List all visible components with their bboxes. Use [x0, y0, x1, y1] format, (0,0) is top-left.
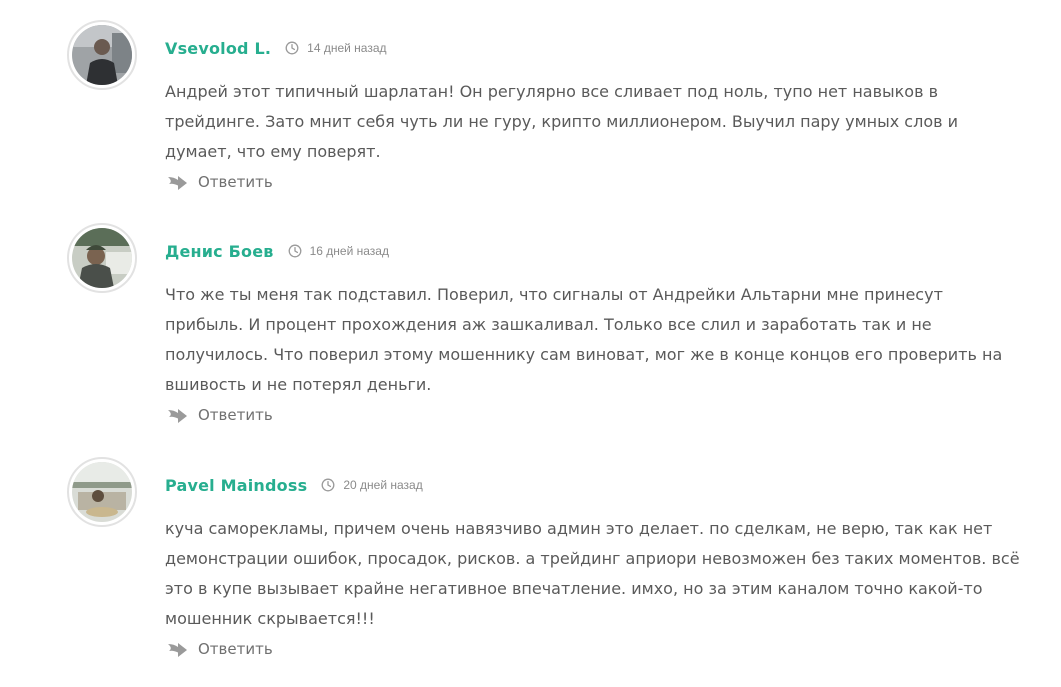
clock-icon	[288, 244, 302, 258]
comment-meta: Vsevolod L. 14 дней назад	[165, 37, 387, 59]
comment-meta: Pavel Maindoss 20 дней назад	[165, 474, 423, 496]
reply-button[interactable]: Ответить	[167, 640, 273, 658]
avatar-photo	[72, 462, 132, 522]
avatar-photo	[72, 228, 132, 288]
reply-label: Ответить	[198, 173, 273, 191]
comment-date: 14 дней назад	[285, 41, 387, 55]
user-avatar-photo-icon	[72, 25, 132, 85]
comment-item: Pavel Maindoss 20 дней назад куча саморе…	[0, 457, 1061, 677]
comment-date: 20 дней назад	[321, 478, 423, 492]
reply-label: Ответить	[198, 406, 273, 424]
comment-author[interactable]: Денис Боев	[165, 242, 274, 261]
comment-author[interactable]: Vsevolod L.	[165, 39, 271, 58]
comment-date-text: 16 дней назад	[309, 244, 389, 258]
comment-meta: Денис Боев 16 дней назад	[165, 240, 389, 262]
avatar[interactable]	[67, 223, 137, 293]
clock-icon	[285, 41, 299, 55]
reply-button[interactable]: Ответить	[167, 406, 273, 424]
reply-arrow-icon	[168, 176, 187, 190]
reply-arrow-icon	[168, 643, 187, 657]
user-avatar-photo-icon	[72, 228, 132, 288]
avatar[interactable]	[67, 457, 137, 527]
comment-item: Денис Боев 16 дней назад Что же ты меня …	[0, 223, 1061, 443]
comment-author[interactable]: Pavel Maindoss	[165, 476, 307, 495]
user-avatar-photo-icon	[72, 462, 132, 522]
comment-date-text: 14 дней назад	[307, 41, 387, 55]
reply-button[interactable]: Ответить	[167, 173, 273, 191]
comment-text: куча саморекламы, причем очень навязчиво…	[165, 519, 1020, 628]
comment-date-text: 20 дней назад	[343, 478, 423, 492]
avatar-photo	[72, 25, 132, 85]
clock-icon	[321, 478, 335, 492]
comment-text: Что же ты меня так подставил. Поверил, ч…	[165, 285, 1003, 394]
comment-text: Андрей этот типичный шарлатан! Он регуля…	[165, 82, 959, 161]
avatar[interactable]	[67, 20, 137, 90]
reply-label: Ответить	[198, 640, 273, 658]
comment-item: Vsevolod L. 14 дней назад Андрей этот ти…	[0, 20, 1061, 210]
comment-date: 16 дней назад	[288, 244, 389, 258]
comments-list: Vsevolod L. 14 дней назад Андрей этот ти…	[0, 0, 1061, 687]
reply-arrow-icon	[168, 409, 187, 423]
